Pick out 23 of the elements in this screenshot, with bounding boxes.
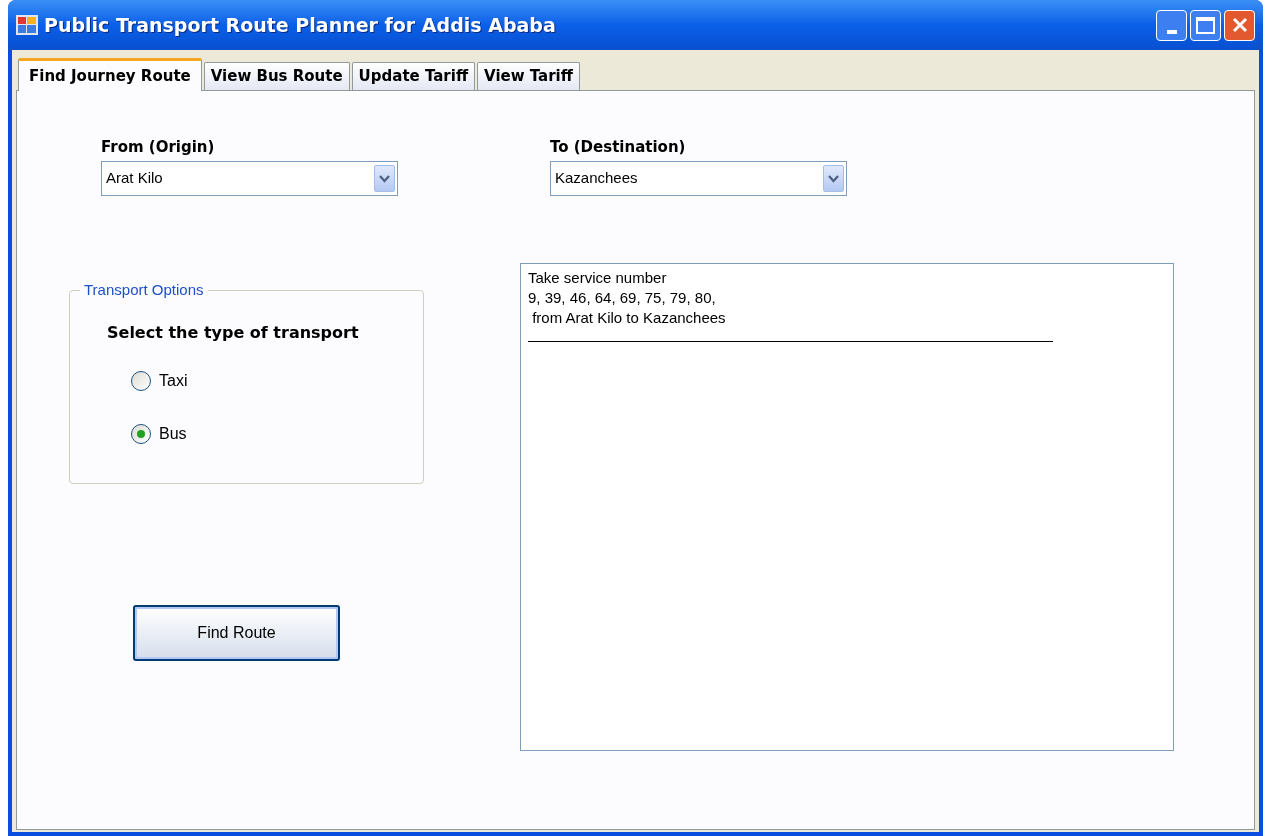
origin-dropdown[interactable]: Arat Kilo: [101, 161, 398, 196]
radio-label[interactable]: Taxi: [159, 369, 188, 393]
radio-button[interactable]: [131, 371, 151, 391]
destination-dropdown[interactable]: Kazanchees: [550, 161, 847, 196]
field-label: To (Destination): [550, 137, 687, 157]
window-title: Public Transport Route Planner for Addis Ababa: [44, 12, 557, 38]
result-line: from Arat Kilo to Kazanchees: [531, 308, 726, 328]
find-route-button[interactable]: Find Route: [133, 605, 340, 661]
app-icon: [16, 15, 38, 35]
radio-button[interactable]: [131, 424, 151, 444]
tab[interactable]: Update Tariff: [351, 62, 476, 90]
prompt-text: Select the type of transport: [107, 322, 360, 344]
radio-label[interactable]: Bus: [159, 422, 187, 446]
tab[interactable]: Find Journey Route: [18, 58, 202, 91]
close-button[interactable]: [1224, 9, 1255, 41]
tab[interactable]: View Bus Route: [203, 62, 350, 90]
tab[interactable]: View Tariff: [477, 62, 580, 90]
maximize-button[interactable]: [1190, 9, 1221, 41]
close-icon: [1231, 17, 1248, 33]
field-label: From (Origin): [101, 137, 216, 157]
minimize-button[interactable]: [1156, 9, 1187, 41]
result-line: 9, 39, 46, 64, 69, 75, 79, 80,: [528, 288, 716, 308]
result-line: Take service number: [528, 268, 667, 288]
